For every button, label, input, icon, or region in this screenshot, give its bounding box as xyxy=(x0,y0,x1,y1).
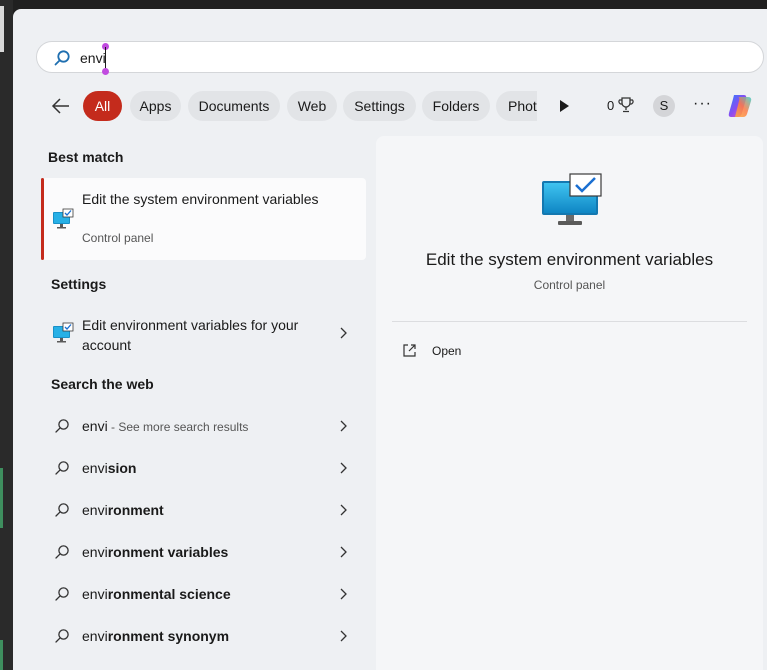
control-panel-icon xyxy=(53,208,74,229)
best-match-result[interactable]: Edit the system environment variables Co… xyxy=(41,178,366,260)
best-match-heading: Best match xyxy=(48,149,124,165)
preview-divider xyxy=(392,321,747,322)
chevron-right-icon[interactable] xyxy=(338,327,348,339)
filter-chip-settings[interactable]: Settings xyxy=(343,91,416,121)
web-suggestion-query: envi xyxy=(82,460,108,476)
chevron-right-icon[interactable] xyxy=(338,588,348,600)
best-match-subtitle: Control panel xyxy=(82,231,154,245)
search-icon xyxy=(55,419,69,433)
search-icon xyxy=(55,629,69,643)
control-panel-icon xyxy=(53,322,74,343)
filter-chip-web[interactable]: Web xyxy=(287,91,337,121)
chevron-right-icon[interactable] xyxy=(338,630,348,642)
settings-item-title: Edit environment variables for your acco… xyxy=(82,317,299,353)
filter-chip-all[interactable]: All xyxy=(83,91,122,121)
web-suggestion-completion: ronment variables xyxy=(107,544,229,560)
preview-title: Edit the system environment variables xyxy=(425,250,714,269)
web-suggestion-query: envi xyxy=(82,544,108,560)
web-suggestion-text: envision xyxy=(82,459,136,477)
start-search-panel: envi All Apps Documents Web Settings Fol… xyxy=(13,9,767,670)
copilot-icon[interactable] xyxy=(725,91,755,121)
chevron-right-icon[interactable] xyxy=(338,462,348,474)
play-icon[interactable] xyxy=(557,98,571,114)
selection-indicator xyxy=(41,178,44,260)
web-suggestion-completion: ronment synonym xyxy=(107,628,230,644)
web-suggestion-text: envi - See more search results xyxy=(82,417,248,436)
filter-chip-photos[interactable]: Photo xyxy=(496,91,537,121)
account-avatar[interactable]: S xyxy=(653,95,675,117)
filter-chip-documents[interactable]: Documents xyxy=(188,91,280,121)
web-suggestion-completion: sion xyxy=(107,460,137,476)
web-suggestion-query: envi xyxy=(82,628,108,644)
web-suggestion-completion: ronmental science xyxy=(107,586,231,602)
text-cursor xyxy=(102,43,109,75)
chevron-right-icon[interactable] xyxy=(338,504,348,516)
background-accent xyxy=(0,640,3,670)
background-window-edge xyxy=(0,6,4,52)
search-icon xyxy=(54,50,70,66)
web-suggestion-text: environmental science xyxy=(82,585,231,603)
preview-subtitle: Control panel xyxy=(533,278,606,292)
search-icon xyxy=(55,503,69,517)
best-match-title: Edit the system environment variables xyxy=(82,191,319,207)
filter-chip-apps[interactable]: Apps xyxy=(130,91,181,121)
web-suggestion-query: envi xyxy=(82,418,108,434)
more-options-button[interactable]: ··· xyxy=(693,96,713,115)
web-suggestion-text: environment variables xyxy=(82,543,228,561)
chevron-right-icon[interactable] xyxy=(338,420,348,432)
search-icon xyxy=(55,587,69,601)
web-suggestion-query: envi xyxy=(82,502,108,518)
web-suggestion-completion: ronment xyxy=(107,502,164,518)
open-label: Open xyxy=(432,344,462,358)
back-arrow-icon[interactable] xyxy=(49,94,73,118)
search-input[interactable]: envi xyxy=(36,41,764,75)
web-suggestion-text: environment xyxy=(82,501,164,519)
background-left xyxy=(0,0,13,670)
search-query[interactable]: envi xyxy=(80,49,106,67)
control-panel-icon xyxy=(542,173,602,225)
web-suggestion-text: environment synonym xyxy=(82,627,229,645)
filter-chip-folders[interactable]: Folders xyxy=(422,91,490,121)
search-icon xyxy=(55,545,69,559)
web-suggestion-hint: - See more search results xyxy=(107,420,249,434)
search-icon xyxy=(55,461,69,475)
rewards-points: 0 xyxy=(607,98,615,113)
background-accent xyxy=(0,468,3,528)
trophy-icon[interactable] xyxy=(618,96,634,114)
web-suggestion-query: envi xyxy=(82,586,108,602)
settings-heading: Settings xyxy=(51,276,107,292)
chevron-right-icon[interactable] xyxy=(338,546,348,558)
open-external-icon xyxy=(403,344,416,357)
search-web-heading: Search the web xyxy=(51,376,154,392)
preview-pane: Edit the system environment variables Co… xyxy=(376,136,763,670)
